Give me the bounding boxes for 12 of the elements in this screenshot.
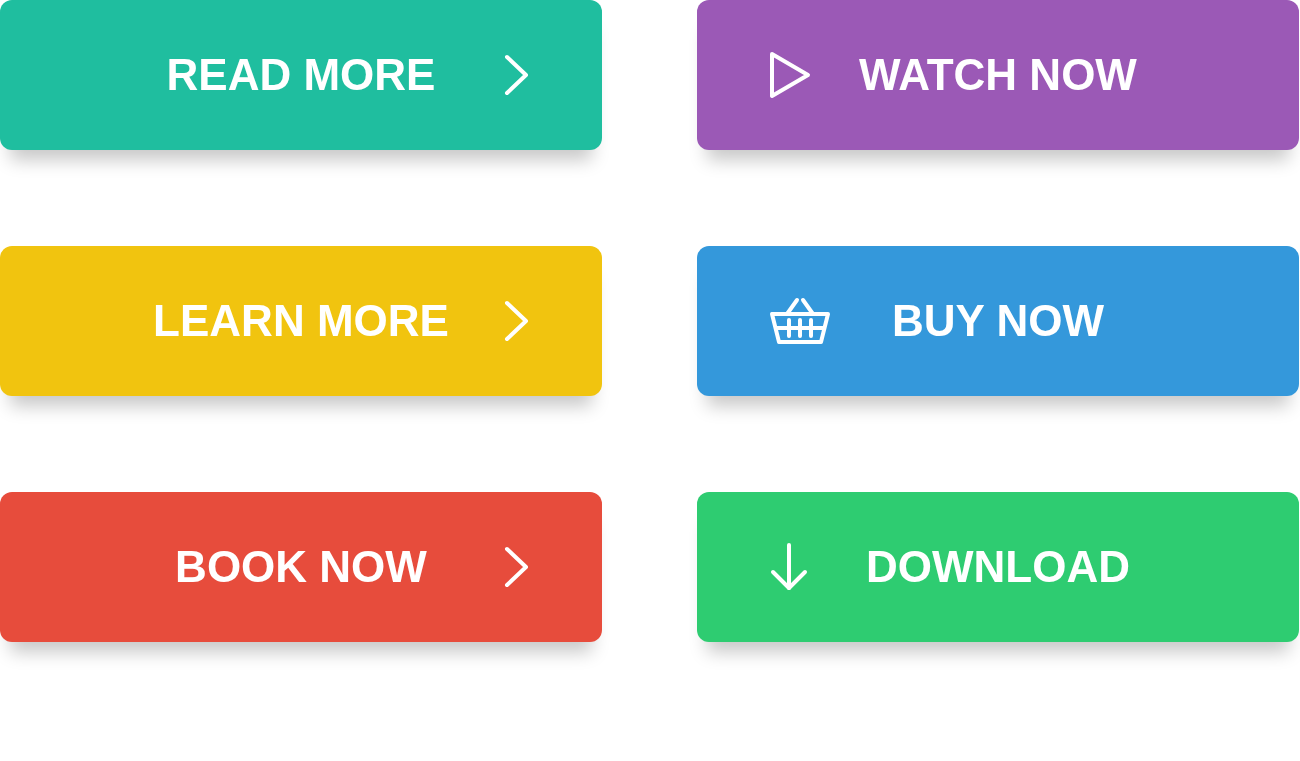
action-button[interactable]: BOOK NOW <box>0 492 602 642</box>
basket-icon <box>769 296 831 346</box>
action-button[interactable]: WATCH NOW <box>697 0 1299 150</box>
action-button[interactable]: DOWNLOAD <box>697 492 1299 642</box>
chevron-right-icon <box>504 546 530 588</box>
action-button[interactable]: LEARN MORE <box>0 246 602 396</box>
action-button[interactable]: BUY NOW <box>697 246 1299 396</box>
chevron-right-icon <box>504 300 530 342</box>
chevron-right-icon <box>504 54 530 96</box>
download-icon <box>769 542 809 592</box>
play-icon <box>769 51 811 99</box>
action-button[interactable]: READ MORE <box>0 0 602 150</box>
